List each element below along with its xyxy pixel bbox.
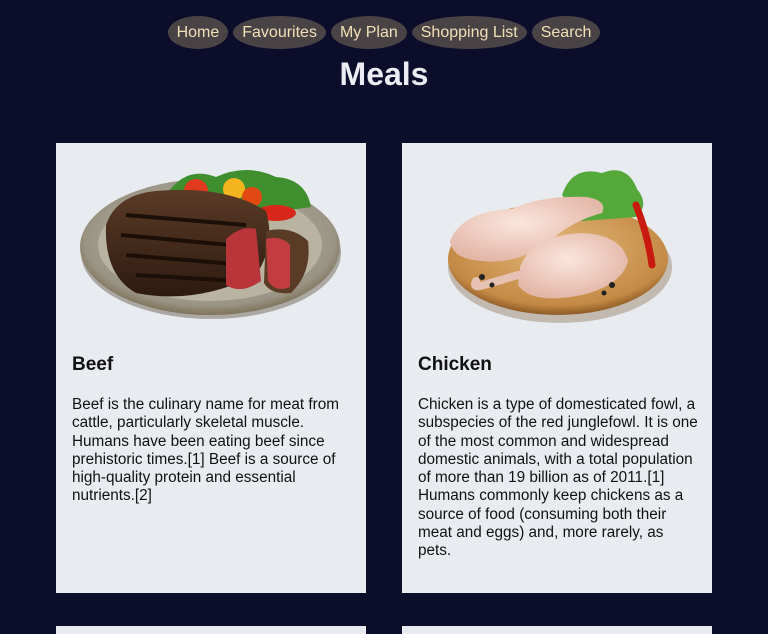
nav-shopping-list-link[interactable]: Shopping List	[411, 16, 527, 49]
meals-page: Home Favourites My Plan Shopping List Se…	[0, 0, 768, 634]
chicken-image	[448, 170, 672, 323]
beef-image	[80, 170, 341, 319]
nav-my-plan-link[interactable]: My Plan	[330, 16, 407, 49]
top-navigation: Home Favourites My Plan Shopping List Se…	[0, 16, 768, 49]
meal-description: Chicken is a type of domesticated fowl, …	[418, 396, 698, 560]
nav-favourites-link[interactable]: Favourites	[233, 16, 326, 49]
meal-title: Beef	[72, 354, 114, 375]
nav-home-link[interactable]: Home	[167, 16, 229, 49]
meal-description: Beef is the culinary name for meat from …	[72, 396, 339, 505]
meal-title: Chicken	[418, 354, 492, 375]
meal-card-beef[interactable]: Beef Beef is the culinary name for meat …	[56, 143, 366, 593]
meal-card-chicken[interactable]: Chicken Chicken is a type of domesticate…	[402, 143, 712, 593]
meal-card-next-row[interactable]	[402, 626, 712, 634]
page-title: Meals	[339, 56, 429, 92]
meal-card-next-row[interactable]	[56, 626, 366, 634]
nav-search-link[interactable]: Search	[531, 16, 601, 49]
